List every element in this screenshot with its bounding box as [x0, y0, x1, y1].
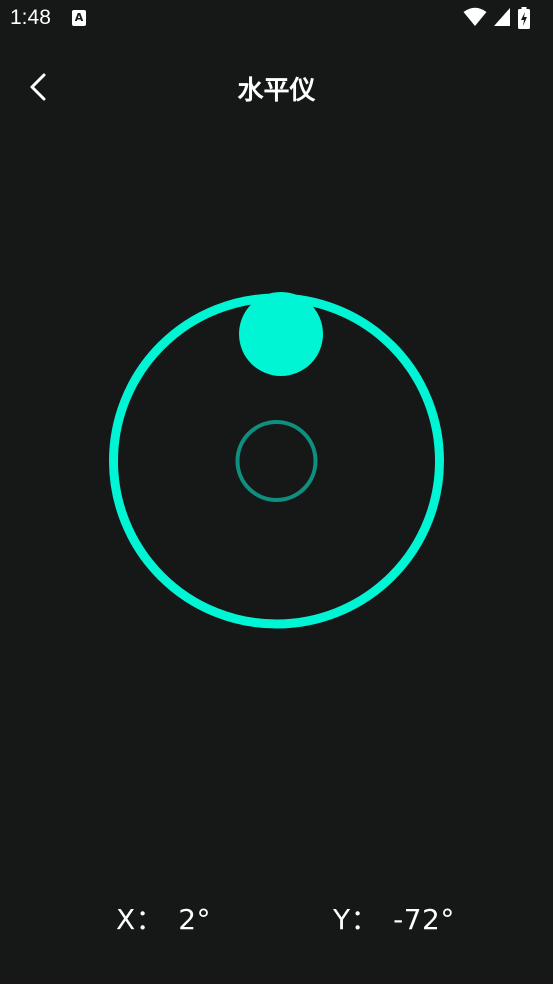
y-angle-label: Y： [333, 903, 380, 936]
wifi-icon [463, 7, 487, 26]
bubble-level [109, 292, 444, 629]
battery-charging-icon [518, 7, 530, 29]
level-center-target [235, 420, 318, 502]
status-bar: 1:48 A [0, 0, 553, 38]
x-angle-readout: X： 2° [116, 898, 211, 938]
level-outer-ring [109, 293, 444, 629]
page-title: 水平仪 [237, 76, 316, 106]
level-app-screen: 1:48 A 水平仪 X： 2° Y： -72° [0, 0, 553, 984]
level-bubble [239, 292, 323, 376]
x-angle-label: X： [116, 903, 165, 936]
y-angle-readout: Y： -72° [333, 898, 455, 938]
y-angle-value: -72° [393, 903, 455, 936]
x-angle-value: 2° [178, 903, 212, 936]
status-time: 1:48 [10, 6, 51, 29]
notification-a-icon: A [72, 10, 86, 26]
status-icons [463, 7, 543, 29]
app-header: 水平仪 [0, 60, 553, 110]
signal-icon [494, 8, 510, 26]
